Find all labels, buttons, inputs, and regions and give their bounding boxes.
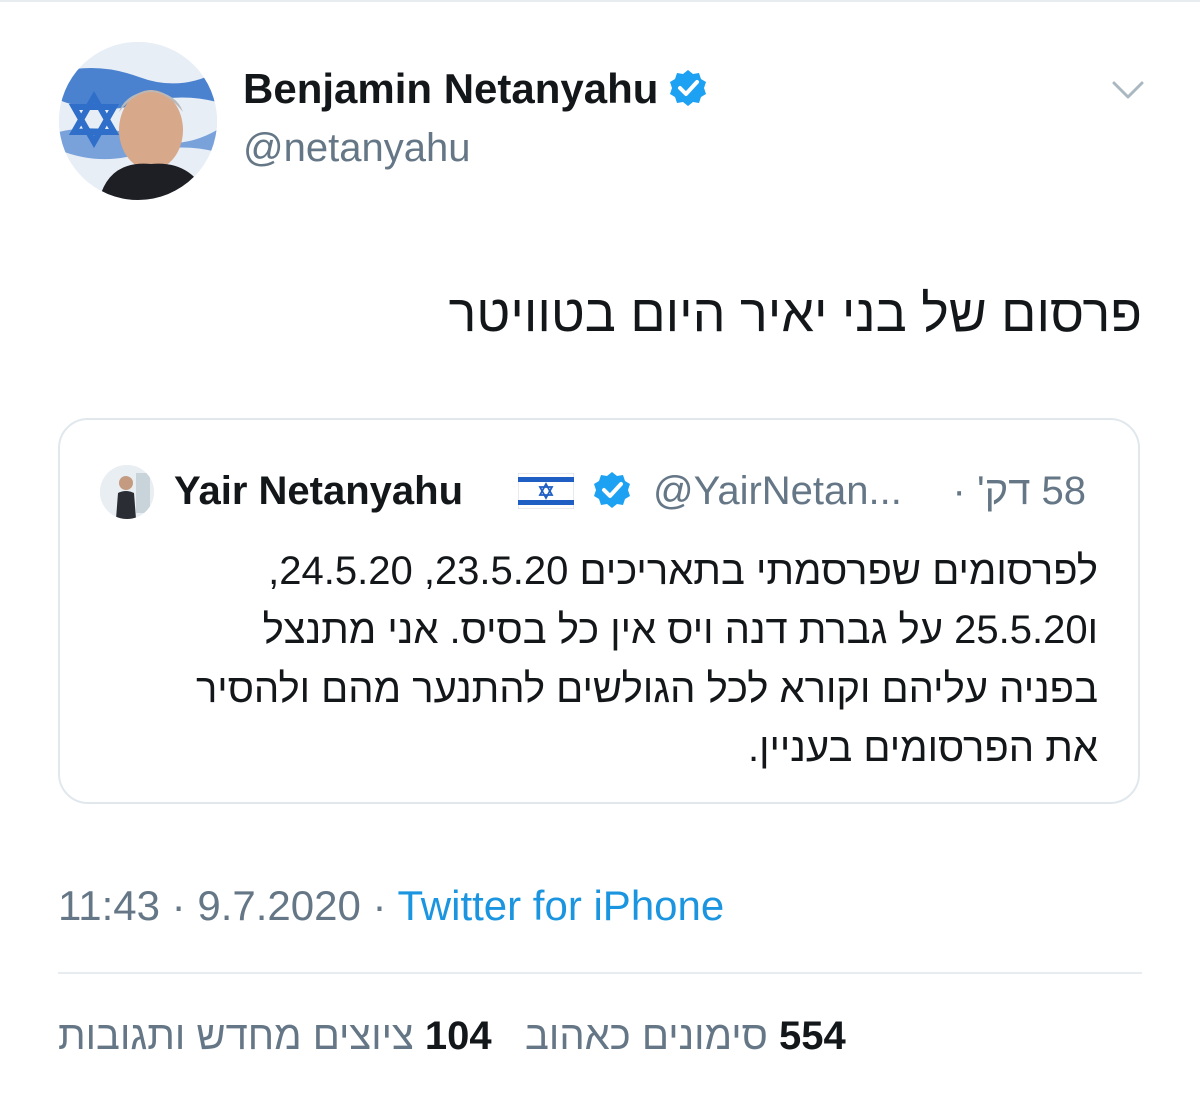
quoted-time-separator: ·: [952, 469, 966, 513]
retweets-count: 104: [424, 1014, 492, 1058]
quoted-tweet-text: לפרסומים שפרסמתי בתאריכים 23.5.20, 24.5.…: [98, 542, 1098, 778]
israel-flag-icon: [518, 473, 574, 509]
author-name-text: Benjamin Netanyahu: [243, 65, 659, 112]
tweet-source-link[interactable]: Twitter for iPhone: [397, 882, 724, 929]
verified-badge-icon: [670, 69, 707, 106]
author-handle[interactable]: @netanyahu: [243, 124, 470, 172]
meta-separator: ·: [372, 882, 387, 929]
quoted-author-name[interactable]: Yair Netanyahu: [174, 466, 463, 516]
chevron-down-icon[interactable]: [1110, 72, 1146, 108]
quoted-verified-badge-icon: [594, 472, 630, 508]
avatar-image: [59, 42, 217, 200]
stats-divider: [58, 972, 1142, 974]
quoted-time-text: 58 דק': [976, 469, 1086, 513]
quoted-line: לפרסומים שפרסמתי בתאריכים 23.5.20, 24.5.…: [268, 549, 1098, 593]
quoted-tweet-card[interactable]: Yair Netanyahu @YairNetan... 58 דק' · לפ…: [58, 418, 1140, 804]
tweet-date[interactable]: 9.7.2020: [197, 882, 361, 929]
tweet-stats: 554 סימונים כאהוב 104 ציוצים מחדש ותגובו…: [58, 1010, 914, 1062]
quoted-handle-text: @YairNetan...: [653, 469, 902, 513]
tweet-text: פרסום של בני יאיר היום בטוויטר: [448, 285, 1142, 343]
retweets-label: ציוצים מחדש ותגובות: [58, 1014, 414, 1058]
quoted-author-handle[interactable]: @YairNetan...: [653, 466, 902, 516]
likes-stat[interactable]: 554 סימונים כאהוב: [525, 1014, 846, 1058]
meta-separator: ·: [171, 882, 186, 929]
author-avatar[interactable]: [59, 42, 217, 200]
quoted-avatar-image: [100, 465, 154, 519]
likes-count: 554: [779, 1014, 846, 1058]
top-divider: [0, 0, 1200, 2]
tweet-meta: 11:43 · 9.7.2020 · Twitter for iPhone: [58, 880, 724, 932]
quoted-author-avatar[interactable]: [100, 465, 154, 519]
quoted-line: ו25.5.20 על גברת דנה ויס אין כל בסיס. אנ…: [262, 608, 1098, 652]
tweet-time[interactable]: 11:43: [58, 882, 160, 929]
quoted-line: בפניה עליהם וקורא לכל הגולשים להתנער מהם…: [195, 667, 1098, 711]
author-name[interactable]: Benjamin Netanyahu: [243, 63, 708, 115]
quoted-time: 58 דק' ·: [953, 466, 1086, 516]
likes-label: סימונים כאהוב: [525, 1014, 768, 1058]
retweets-stat[interactable]: 104 ציוצים מחדש ותגובות: [58, 1014, 492, 1058]
quoted-line: את הפרסומים בעניין.: [748, 726, 1098, 770]
